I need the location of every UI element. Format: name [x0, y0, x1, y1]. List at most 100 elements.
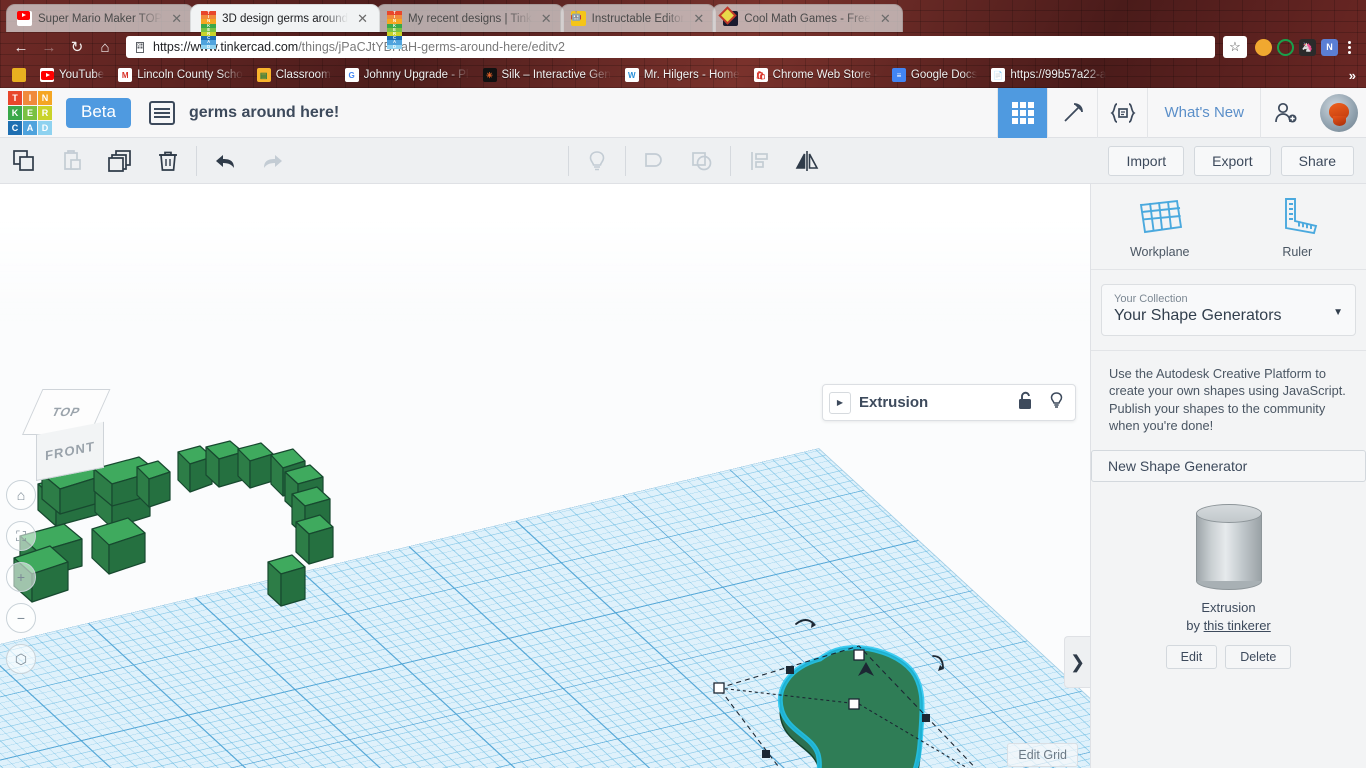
back-button[interactable]: ← — [8, 34, 34, 60]
onenote-extension-icon[interactable]: N — [1321, 38, 1338, 56]
bookmark-label: Lincoln County Scho — [137, 69, 243, 81]
bookmark-item-youtube[interactable]: YouTube — [34, 66, 110, 84]
bookmark-star-icon[interactable]: ☆ — [1223, 36, 1247, 58]
ruler-tool[interactable]: Ruler — [1229, 184, 1366, 269]
tab-close-icon[interactable]: ✕ — [538, 10, 555, 27]
codeblocks-icon[interactable] — [1097, 87, 1147, 138]
reload-button[interactable]: ↻ — [64, 34, 90, 60]
bookmark-item-url[interactable]: 📄 https://99b57a22-a — [985, 66, 1112, 84]
whats-new-link[interactable]: What's New — [1147, 87, 1260, 138]
export-button[interactable]: Export — [1194, 145, 1271, 176]
group-shapes-icon[interactable] — [630, 138, 678, 184]
paste-icon[interactable] — [48, 138, 96, 184]
duplicate-icon[interactable] — [96, 138, 144, 184]
tab-close-icon[interactable]: ✕ — [877, 10, 894, 27]
tab-title: My recent designs | Tink — [407, 12, 532, 25]
bookmark-item-johnny[interactable]: G Johnny Upgrade - Pl — [339, 66, 475, 84]
browser-chrome: Super Mario Maker TOP ✕ TIN KER CAD 3D d… — [0, 0, 1366, 88]
shape-generator-description: Use the Autodesk Creative Platform to cr… — [1109, 366, 1346, 433]
bookmark-item-webstore[interactable]: 🛍 Chrome Web Store - — [748, 66, 884, 84]
workplane-tool[interactable]: Workplane — [1091, 184, 1229, 269]
logo-letter: T — [8, 90, 22, 105]
browser-tab[interactable]: 🤖 Instructable Editor ✕ — [559, 4, 717, 32]
tab-close-icon[interactable]: ✕ — [690, 10, 707, 27]
header-right-group: What's New — [997, 87, 1366, 138]
tab-title: Instructable Editor — [591, 12, 685, 25]
browser-tab[interactable]: TIN KER CAD My recent designs | Tink ✕ — [375, 4, 564, 49]
canvas-collapse-tab[interactable]: ❯ — [1064, 636, 1090, 688]
unicorn-extension-icon[interactable]: 🦄 — [1299, 38, 1316, 56]
lightbulb-icon[interactable] — [1048, 391, 1065, 415]
add-user-icon[interactable] — [1260, 87, 1310, 138]
browser-tab[interactable]: Super Mario Maker TOP ✕ — [6, 4, 195, 32]
logo-letter: A — [23, 120, 37, 135]
grid-view-icon[interactable] — [997, 87, 1048, 138]
green-circle-extension-icon[interactable] — [1277, 38, 1294, 56]
green-box — [295, 514, 334, 565]
tab-close-icon[interactable]: ✕ — [168, 10, 185, 27]
extrusion-panel-title: Extrusion — [859, 394, 929, 411]
edit-grid-button[interactable]: Edit Grid — [1007, 743, 1078, 767]
right-panel: Workplane Ruler Your Collection Your Sha… — [1090, 184, 1366, 768]
coolmath-icon — [721, 9, 739, 26]
page-icon: 📄 — [991, 68, 1006, 82]
undo-arrow-icon[interactable] — [201, 138, 249, 184]
shape-author-link[interactable]: this tinkerer — [1204, 618, 1271, 633]
ungroup-shapes-icon[interactable] — [678, 138, 726, 184]
bookmark-item-hilgers[interactable]: W Mr. Hilgers - Home — [619, 66, 746, 84]
browser-tab-active[interactable]: TIN KER CAD 3D design germs around ✕ — [190, 4, 380, 49]
zoom-out-icon[interactable]: − — [6, 603, 36, 633]
extrusion-panel[interactable]: ▶ Extrusion — [822, 384, 1076, 421]
green-box — [237, 442, 274, 489]
blocks-pickaxe-icon[interactable] — [1047, 87, 1097, 138]
collection-selector[interactable]: Your Collection Your Shape Generators ▼ — [1101, 284, 1356, 336]
home-button[interactable]: ⌂ — [92, 34, 118, 60]
forward-button[interactable]: → — [36, 34, 62, 60]
import-button[interactable]: Import — [1108, 145, 1185, 176]
expand-triangle-icon[interactable]: ▶ — [829, 391, 851, 414]
design-list-icon[interactable] — [148, 100, 175, 125]
edit-button[interactable]: Edit — [1165, 645, 1218, 670]
bookmark-item-docs[interactable]: ≡ Google Docs — [886, 66, 983, 84]
shape-generator-card[interactable]: Extrusion by this tinkerer Edit Delete — [1091, 504, 1366, 670]
3d-canvas[interactable]: TOP FRONT ⌂ ⛶ + − ⬡ ▶ Extrusion ❯ Edit G… — [0, 184, 1090, 768]
avatar[interactable] — [1320, 93, 1358, 132]
beta-badge[interactable]: Beta — [66, 97, 131, 128]
delete-button[interactable]: Delete — [1225, 645, 1292, 670]
copy-icon[interactable] — [0, 138, 48, 184]
ortho-perspective-icon[interactable]: ⬡ — [6, 644, 36, 674]
google-icon: G — [344, 68, 359, 82]
redo-arrow-icon[interactable] — [249, 138, 297, 184]
address-bar[interactable]: https://www.tinkercad.com/things/jPaCJtY… — [126, 36, 1215, 58]
mirror-flip-icon[interactable] — [783, 138, 831, 184]
page-title[interactable]: germs around here! — [189, 104, 339, 122]
fit-view-icon[interactable]: ⛶ — [6, 521, 36, 551]
browser-menu-icon[interactable] — [1340, 40, 1358, 54]
view-cube[interactable]: TOP FRONT — [22, 389, 114, 481]
bookmark-label: Johnny Upgrade - Pl — [363, 69, 469, 81]
cylinder-thumbnail[interactable] — [1195, 504, 1262, 591]
home-icon[interactable]: ⌂ — [6, 480, 36, 510]
lightbulb-icon[interactable] — [573, 138, 621, 184]
helper-tools-row: Workplane Ruler — [1091, 184, 1366, 270]
shape-name: Extrusion — [1201, 600, 1256, 616]
bookmark-item-lincoln[interactable]: M Lincoln County Scho — [112, 66, 248, 84]
bookmark-item-silk[interactable]: ✳ Silk – Interactive Gen — [477, 66, 617, 84]
toolbar-divider — [625, 145, 627, 176]
new-shape-generator-button[interactable]: New Shape Generator — [1091, 450, 1366, 483]
zoom-in-icon[interactable]: + — [6, 562, 36, 592]
bookmark-item-classroom[interactable]: ▤ Classroom — [251, 66, 337, 84]
orange-extension-icon[interactable] — [1255, 38, 1272, 56]
logo-letter: E — [23, 105, 37, 120]
browser-tab[interactable]: Cool Math Games - Free ✕ — [712, 4, 903, 32]
unlocked-padlock-icon[interactable] — [1017, 391, 1034, 415]
share-button[interactable]: Share — [1280, 145, 1354, 176]
align-icon[interactable] — [735, 138, 783, 184]
bookmark-item[interactable] — [6, 66, 32, 84]
bookmarks-overflow-icon[interactable]: » — [1349, 68, 1360, 83]
tinkercad-logo[interactable]: T I N K E R C A D — [8, 90, 52, 135]
tab-close-icon[interactable]: ✕ — [354, 10, 371, 27]
trash-icon[interactable] — [144, 138, 192, 184]
site-info-icon[interactable] — [134, 41, 146, 53]
collection-kicker: Your Collection — [1114, 293, 1188, 305]
